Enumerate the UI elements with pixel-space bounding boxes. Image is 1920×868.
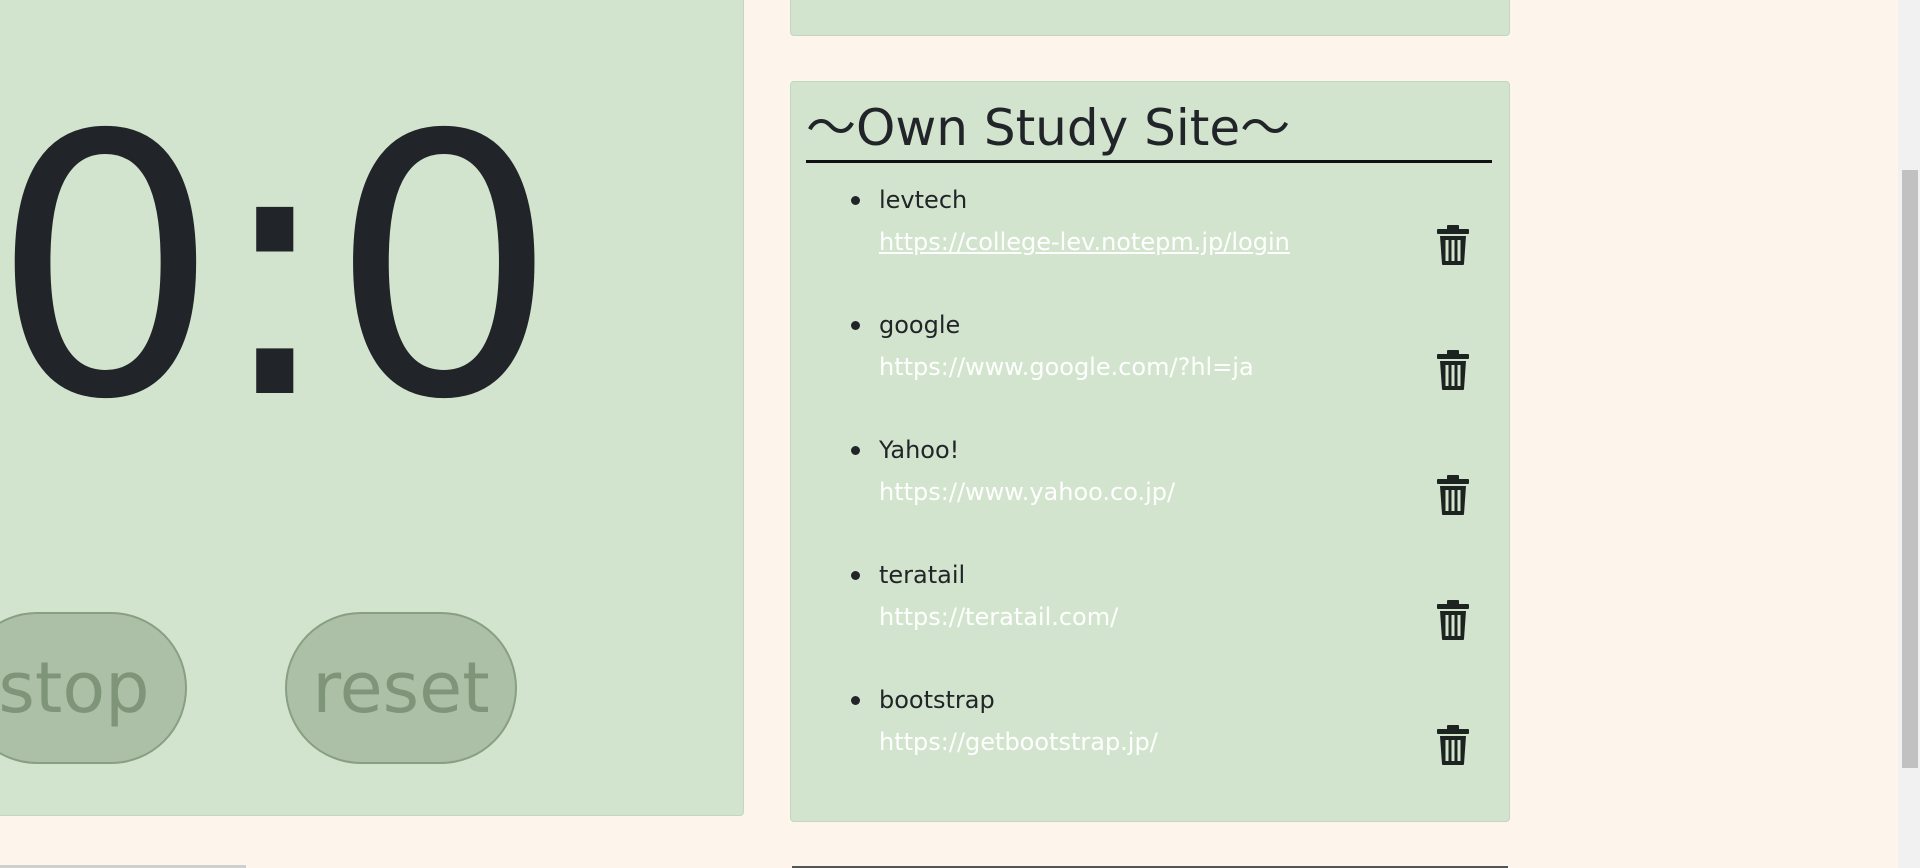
page: 0:0 stop reset ～Own Study Site～ levtech h…	[0, 0, 1920, 868]
timer-card: 0:0 stop reset	[0, 0, 744, 816]
list-bullet	[851, 446, 860, 455]
trash-icon[interactable]	[1435, 599, 1471, 641]
study-site-card: ～Own Study Site～ levtech https://college-…	[790, 81, 1510, 822]
site-url-link[interactable]: https://college-lev.notepm.jp/login	[879, 224, 1290, 260]
site-list-item: Yahoo! https://www.yahoo.co.jp/	[791, 432, 1511, 557]
site-list-item: google https://www.google.com/?hl=ja	[791, 307, 1511, 432]
site-url-link[interactable]: https://getbootstrap.jp/	[879, 724, 1158, 760]
stop-button[interactable]: stop	[0, 612, 187, 764]
site-name: google	[879, 311, 961, 339]
trash-icon[interactable]	[1435, 349, 1471, 391]
trash-icon[interactable]	[1435, 224, 1471, 266]
reset-button[interactable]: reset	[285, 612, 517, 764]
site-name: teratail	[879, 561, 966, 589]
site-name: Yahoo!	[879, 436, 960, 464]
site-list-item: levtech https://college-lev.notepm.jp/log…	[791, 182, 1511, 307]
site-url-link[interactable]: https://www.google.com/?hl=ja	[879, 349, 1254, 385]
trash-icon[interactable]	[1435, 724, 1471, 766]
top-card	[790, 0, 1510, 36]
list-bullet	[851, 196, 860, 205]
list-bullet	[851, 321, 860, 330]
site-list-item: teratail https://teratail.com/	[791, 557, 1511, 682]
site-url-link[interactable]: https://www.yahoo.co.jp/	[879, 474, 1175, 510]
site-list-item: bootstrap https://getbootstrap.jp/	[791, 682, 1511, 807]
study-site-title: ～Own Study Site～	[806, 98, 1492, 163]
site-url-link[interactable]: https://teratail.com/	[879, 599, 1118, 635]
list-bullet	[851, 696, 860, 705]
site-name: bootstrap	[879, 686, 995, 714]
trash-icon[interactable]	[1435, 474, 1471, 516]
site-name: levtech	[879, 186, 968, 214]
timer-display: 0:0	[0, 59, 558, 478]
scrollbar-thumb[interactable]	[1902, 170, 1918, 768]
list-bullet	[851, 571, 860, 580]
study-site-list: levtech https://college-lev.notepm.jp/log…	[791, 182, 1511, 807]
